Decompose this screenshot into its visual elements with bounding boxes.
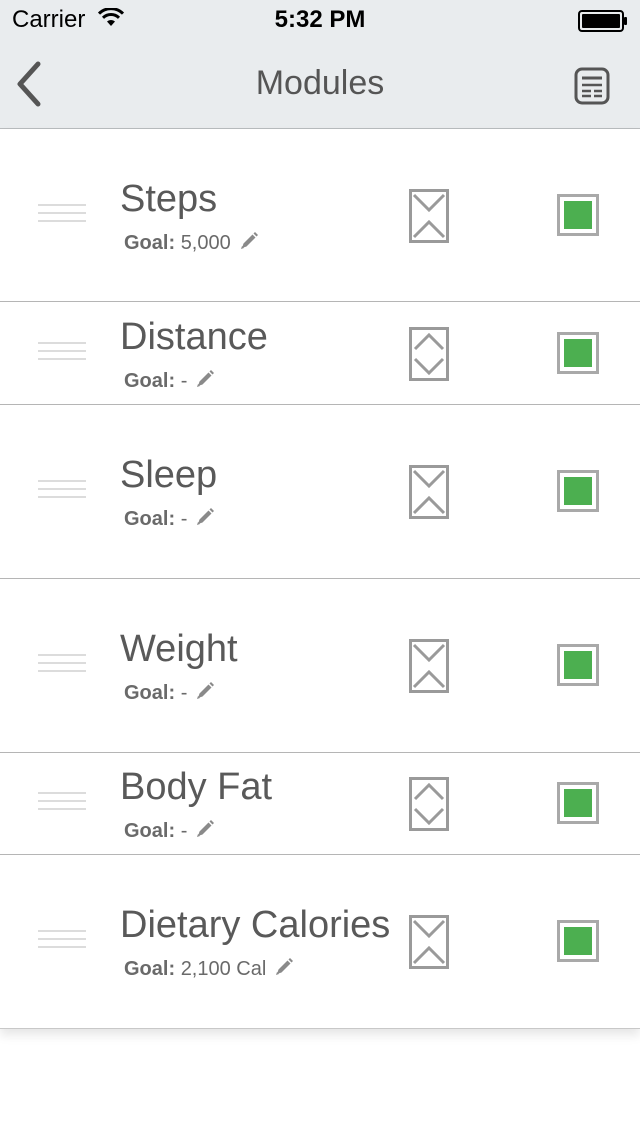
goal-label: Goal: <box>124 820 176 842</box>
pencil-icon[interactable] <box>195 681 215 701</box>
drag-handle-line <box>38 930 86 932</box>
drag-handle-line <box>38 349 86 352</box>
goal-value: 2,100 Cal <box>180 958 267 980</box>
navigation-bar: Modules <box>0 40 640 129</box>
drag-handle-line <box>38 480 86 482</box>
drag-handle-line <box>38 496 86 498</box>
goal-value: - <box>180 682 188 704</box>
goal-label: Goal: <box>124 231 176 254</box>
module-row[interactable]: Weight Goal: - <box>0 579 640 753</box>
checkbox-fill <box>564 200 592 229</box>
goal-label: Goal: <box>124 958 176 980</box>
module-goal[interactable]: Goal: 5,000 <box>124 231 259 255</box>
pencil-icon[interactable] <box>239 231 259 251</box>
expand-toggle-button[interactable] <box>409 915 449 969</box>
drag-handle-line <box>38 808 86 810</box>
drag-handle-icon[interactable] <box>38 650 86 674</box>
module-goal[interactable]: Goal: - <box>124 369 215 393</box>
module-name: Sleep <box>120 454 218 496</box>
expand-toggle-button[interactable] <box>409 465 449 519</box>
module-name: Body Fat <box>120 766 273 808</box>
goal-label: Goal: <box>124 508 176 530</box>
collapse-icon <box>409 465 449 519</box>
module-goal[interactable]: Goal: - <box>124 507 215 531</box>
enable-checkbox[interactable] <box>557 782 599 824</box>
expand-toggle-button[interactable] <box>409 777 449 831</box>
report-button[interactable] <box>572 66 612 106</box>
checkbox-fill <box>564 651 592 679</box>
pencil-icon[interactable] <box>195 369 215 389</box>
drag-handle-line <box>38 341 86 344</box>
goal-value: - <box>180 508 188 530</box>
drag-handle-line <box>38 800 86 802</box>
pencil-icon[interactable] <box>195 819 215 839</box>
module-name: Distance <box>120 315 268 358</box>
drag-handle-line <box>38 792 86 794</box>
drag-handle-line <box>38 219 86 222</box>
enable-checkbox[interactable] <box>557 920 599 962</box>
drag-handle-line <box>38 670 86 672</box>
module-row[interactable]: Sleep Goal: - <box>0 405 640 579</box>
battery-icon <box>578 10 628 37</box>
drag-handle-line <box>38 357 86 360</box>
collapse-icon <box>409 915 449 969</box>
drag-handle-icon[interactable] <box>38 338 86 362</box>
enable-checkbox[interactable] <box>557 644 599 686</box>
expand-toggle-button[interactable] <box>409 188 449 243</box>
checkbox-fill <box>564 927 592 955</box>
drag-handle-line <box>38 211 86 214</box>
module-row[interactable]: Steps Goal: 5,000 <box>0 129 640 302</box>
pencil-icon[interactable] <box>274 957 294 977</box>
drag-handle-line <box>38 654 86 656</box>
clock-label: 5:32 PM <box>274 6 366 33</box>
drag-handle-icon[interactable] <box>38 926 86 950</box>
drag-handle-line <box>38 488 86 490</box>
module-name: Steps <box>120 177 218 220</box>
page-title: Modules <box>255 64 385 102</box>
module-row[interactable]: Distance Goal: - <box>0 302 640 405</box>
goal-label: Goal: <box>124 682 176 704</box>
module-row[interactable]: Body Fat Goal: - <box>0 753 640 855</box>
drag-handle-line <box>38 938 86 940</box>
checkbox-fill <box>564 477 592 505</box>
drag-handle-icon[interactable] <box>38 200 86 224</box>
module-list: Steps Goal: 5,000 Distance Goal: - Sleep Goal… <box>0 129 640 1029</box>
pencil-icon[interactable] <box>195 507 215 527</box>
module-goal[interactable]: Goal: - <box>124 819 215 843</box>
module-row[interactable]: Dietary Calories Goal: 2,100 Cal <box>0 855 640 1029</box>
goal-value: - <box>180 820 188 842</box>
status-bar: Carrier 5:32 PM <box>0 0 640 40</box>
checkbox-fill <box>564 789 592 817</box>
module-goal[interactable]: Goal: - <box>124 681 215 705</box>
expand-icon <box>409 326 449 381</box>
drag-handle-line <box>38 946 86 948</box>
drag-handle-icon[interactable] <box>38 476 86 500</box>
drag-handle-line <box>38 662 86 664</box>
checkbox-fill <box>564 338 592 367</box>
goal-label: Goal: <box>124 369 176 392</box>
report-icon <box>574 67 610 105</box>
expand-toggle-button[interactable] <box>409 326 449 381</box>
drag-handle-line <box>38 203 86 206</box>
expand-toggle-button[interactable] <box>409 639 449 693</box>
goal-value: - <box>180 369 188 392</box>
expand-icon <box>409 777 449 831</box>
collapse-icon <box>409 639 449 693</box>
goal-value: 5,000 <box>180 231 231 254</box>
drag-handle-icon[interactable] <box>38 788 86 812</box>
collapse-icon <box>409 188 449 243</box>
enable-checkbox[interactable] <box>557 193 599 236</box>
enable-checkbox[interactable] <box>557 331 599 374</box>
module-name: Weight <box>120 628 238 670</box>
module-goal[interactable]: Goal: 2,100 Cal <box>124 957 294 981</box>
module-name: Dietary Calories <box>120 904 391 946</box>
enable-checkbox[interactable] <box>557 470 599 512</box>
